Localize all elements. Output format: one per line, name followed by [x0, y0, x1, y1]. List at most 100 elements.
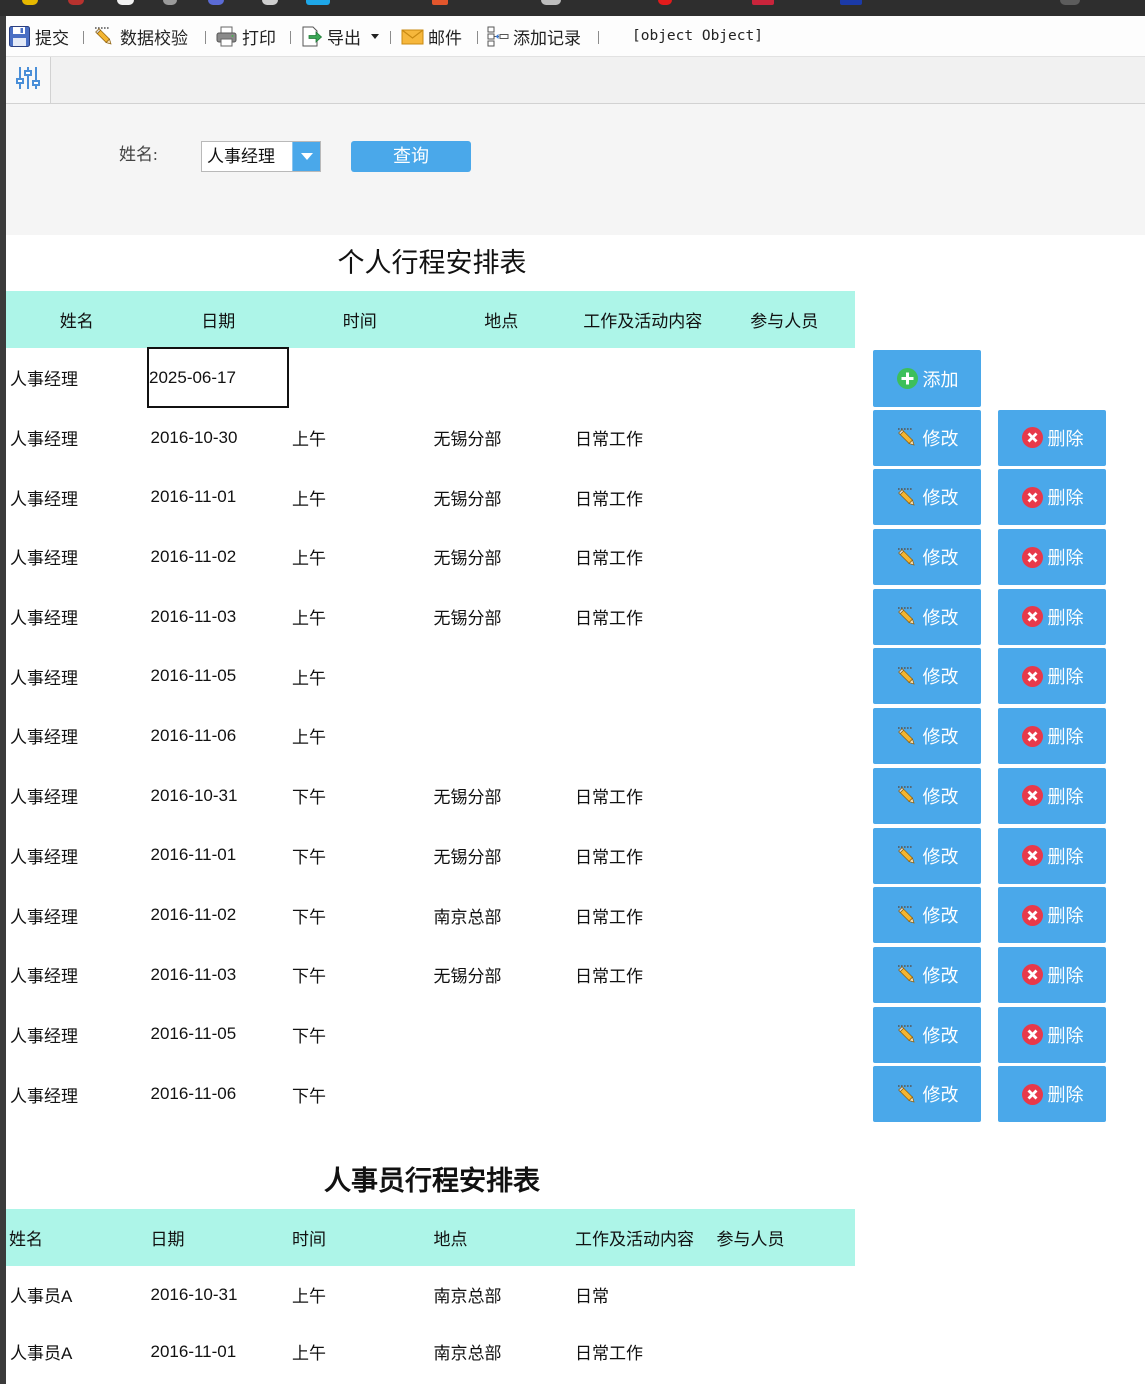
- close-circle-icon: [1021, 844, 1044, 867]
- cell-name: 人事经理: [10, 967, 78, 987]
- cell-time: 下午: [292, 1026, 326, 1046]
- browser-tab-icon[interactable]: [22, 0, 38, 5]
- cell-content: [572, 706, 714, 766]
- filter-settings-tab[interactable]: [6, 57, 51, 103]
- export-icon: [300, 25, 323, 48]
- add-button[interactable]: 添加: [873, 350, 981, 407]
- delete-label: 删除: [1047, 607, 1084, 628]
- name-select[interactable]: 人事经理: [201, 141, 321, 172]
- delete-button[interactable]: 删除: [998, 529, 1106, 586]
- query-button[interactable]: 查询: [351, 141, 471, 172]
- cell-name: 人事经理: [10, 430, 78, 450]
- edit-pencil-icon: [896, 546, 919, 569]
- delete-button[interactable]: 删除: [998, 588, 1106, 645]
- close-circle-icon: [1021, 546, 1044, 569]
- cell-date: 2016-10-31: [150, 785, 238, 805]
- export-button[interactable]: 导出: [300, 16, 379, 57]
- new-entry-row: 人事经理 添加: [6, 347, 1145, 408]
- cell-participants: [714, 527, 856, 587]
- edit-button[interactable]: 修改: [873, 469, 981, 526]
- browser-tab-icon[interactable]: [163, 0, 177, 5]
- browser-tab-icon[interactable]: [262, 0, 278, 5]
- cell-content: [572, 1064, 714, 1124]
- cell-content: 日常工作: [575, 549, 643, 569]
- edit-button[interactable]: 修改: [873, 767, 981, 824]
- browser-tab-icon[interactable]: [432, 0, 448, 5]
- delete-button[interactable]: 删除: [998, 409, 1106, 466]
- edit-button[interactable]: 修改: [873, 1006, 981, 1063]
- browser-tab-icon[interactable]: [541, 0, 561, 5]
- cell-location: [431, 646, 573, 706]
- cell-name: 人事经理: [10, 1086, 78, 1106]
- delete-button[interactable]: 删除: [998, 469, 1106, 526]
- delete-button[interactable]: 删除: [998, 827, 1106, 884]
- edit-button[interactable]: 修改: [873, 887, 981, 944]
- edit-button[interactable]: 修改: [873, 946, 981, 1003]
- cell-location: 无锡分部: [433, 967, 502, 987]
- browser-tab-icon[interactable]: [752, 0, 774, 5]
- edit-button[interactable]: 修改: [873, 409, 981, 466]
- export-label: 导出: [327, 29, 361, 48]
- cell-date: 2016-11-06: [150, 1084, 237, 1104]
- cell-participants: [714, 1005, 856, 1065]
- cell-time: 下午: [292, 1086, 326, 1106]
- edit-button[interactable]: 修改: [873, 1066, 981, 1123]
- edit-button[interactable]: 修改: [873, 588, 981, 645]
- cell-location: 南京总部: [433, 1344, 502, 1363]
- edit-pencil-icon: [896, 426, 919, 449]
- delete-button[interactable]: 删除: [998, 946, 1106, 1003]
- browser-tab-icon[interactable]: [1060, 0, 1080, 5]
- browser-tab-strip: [0, 0, 1145, 16]
- print-button[interactable]: 打印: [215, 16, 276, 57]
- column-header-content: 工作及活动内容: [583, 312, 703, 331]
- browser-tab-icon[interactable]: [658, 0, 672, 5]
- edit-button[interactable]: 修改: [873, 708, 981, 765]
- close-circle-icon: [1021, 486, 1044, 509]
- cell-participants: [714, 1323, 856, 1380]
- edit-button[interactable]: 修改: [873, 529, 981, 586]
- add-record-button[interactable]: 添加记录: [486, 16, 581, 57]
- delete-button[interactable]: 删除: [998, 708, 1106, 765]
- submit-button[interactable]: 提交: [8, 16, 69, 57]
- column-header-location: 地点: [433, 1230, 468, 1249]
- edit-button[interactable]: 修改: [873, 648, 981, 705]
- new-date-input[interactable]: [147, 347, 289, 408]
- edit-label: 修改: [922, 1085, 959, 1106]
- delete-button[interactable]: 删除: [998, 1006, 1106, 1063]
- edit-label: 修改: [922, 488, 959, 509]
- delete-button[interactable]: 删除: [998, 648, 1106, 705]
- validate-button[interactable]: 数据校验: [93, 16, 188, 57]
- browser-tab-icon[interactable]: [117, 0, 134, 5]
- cell-location: 无锡分部: [433, 847, 502, 867]
- edit-pencil-icon: [896, 904, 919, 927]
- name-select-dropdown-button[interactable]: [292, 142, 320, 171]
- delete-label: 删除: [1047, 965, 1084, 986]
- table-row: 人事经理 2016-11-01 下午 无锡分部 日常工作 修改 删除: [6, 826, 1145, 886]
- cell-name: 人事经理: [10, 788, 78, 808]
- cell-content: 日常工作: [575, 430, 643, 450]
- toolbar: 提交 数据校验 打印 导出 邮件 添加记录 [object Object]: [6, 16, 1145, 57]
- cell-content: [572, 646, 714, 706]
- edit-pencil-icon: [896, 963, 919, 986]
- delete-button[interactable]: 删除: [998, 767, 1106, 824]
- table-row: 人事经理 2016-11-06 上午 修改 删除: [6, 706, 1145, 766]
- cell-content: 日常工作: [575, 788, 643, 808]
- browser-tab-icon[interactable]: [840, 0, 862, 5]
- cell-name: 人事经理: [10, 847, 78, 867]
- delete-button[interactable]: 删除: [998, 887, 1106, 944]
- cell-participants: [714, 646, 856, 706]
- email-button[interactable]: 邮件: [401, 16, 462, 57]
- edit-button[interactable]: 修改: [873, 827, 981, 884]
- close-circle-icon: [1021, 784, 1044, 807]
- cell-time: 上午: [292, 728, 326, 748]
- browser-tab-icon[interactable]: [306, 0, 330, 5]
- browser-tab-icon[interactable]: [208, 0, 224, 5]
- browser-tab-icon[interactable]: [68, 0, 84, 5]
- delete-button[interactable]: 删除: [998, 1066, 1106, 1123]
- table-row: 人事经理 2016-11-02 下午 南京总部 日常工作 修改 删除: [6, 885, 1145, 945]
- edit-label: 修改: [922, 667, 959, 688]
- printer-icon: [215, 25, 238, 48]
- submit-label: 提交: [35, 29, 69, 48]
- edit-label: 修改: [922, 607, 959, 628]
- edit-label: 修改: [922, 906, 959, 927]
